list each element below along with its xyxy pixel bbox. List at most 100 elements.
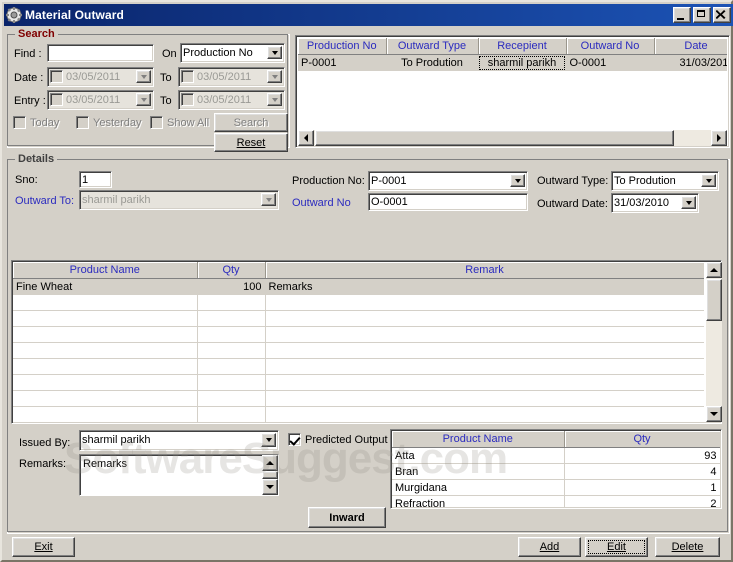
date-to-checkbox[interactable] [181,70,194,83]
chevron-down-icon[interactable] [261,193,276,206]
search-on-combo[interactable]: Production No [180,43,285,63]
close-button[interactable] [713,7,731,23]
cell-date[interactable]: 31/03/2010 [654,54,727,71]
maximize-button[interactable] [693,7,711,23]
results-col-date[interactable]: Date [654,38,727,55]
outward-date-value: 31/03/2010 [614,197,670,209]
entry-to-checkbox[interactable] [181,93,194,106]
cell-output-name[interactable]: Bran [392,463,565,480]
product-grid-vscrollbar[interactable] [706,262,722,422]
scroll-down-button[interactable] [706,406,722,422]
table-row[interactable]: Murgidana 1 [392,479,720,496]
title-bar[interactable]: Material Outward [4,4,733,26]
date-to-picker[interactable]: 03/05/2011 [178,67,285,87]
scroll-left-button[interactable] [298,130,314,146]
predicted-output-checkbox[interactable] [288,433,301,446]
cell-outward-no[interactable]: O-0001 [566,54,655,71]
chevron-down-icon[interactable] [136,70,151,83]
search-group-title: Search [15,28,58,40]
cell-output-qty[interactable]: 1 [564,479,720,496]
chevron-down-icon[interactable] [261,433,276,447]
entry-to-picker[interactable]: 03/05/2011 [178,90,285,110]
output-grid[interactable]: Product Name Qty Atta 93 Bran 4 Murgidan… [392,431,720,507]
results-col-outward-no[interactable]: Outward No [566,38,655,55]
cell-output-qty[interactable]: 2 [564,495,720,507]
add-button[interactable]: Add [518,537,581,557]
outward-to-value: sharmil parikh [82,194,151,206]
chevron-down-icon[interactable] [681,196,696,209]
cell-output-qty[interactable]: 4 [564,463,720,480]
outward-no-input[interactable]: O-0001 [368,193,528,211]
cell-output-qty[interactable]: 93 [564,447,720,464]
chevron-down-icon[interactable] [701,174,716,187]
cell-remark[interactable]: Remarks [265,278,704,295]
remarks-input[interactable] [81,456,265,496]
product-col-name[interactable]: Product Name [13,262,198,279]
showall-label: Show All [167,117,210,129]
table-row[interactable]: Bran 4 [392,463,720,480]
entry-label: Entry : [14,95,46,107]
output-grid-header-row: Product Name Qty [392,431,720,448]
remarks-vscrollbar[interactable] [262,455,278,495]
product-col-remark[interactable]: Remark [265,262,704,279]
chevron-down-icon[interactable] [267,93,282,106]
cell-production-no[interactable]: P-0001 [298,54,387,71]
remarks-scroll-down-button[interactable] [262,479,278,495]
table-row[interactable]: Fine Wheat 100 Remarks [13,278,704,295]
find-input[interactable] [47,44,154,62]
yesterday-checkbox[interactable] [76,116,89,129]
minimize-button[interactable] [673,7,691,23]
scroll-up-button[interactable] [706,262,722,278]
exit-button[interactable]: Exit [12,537,75,557]
product-col-qty[interactable]: Qty [197,262,266,279]
production-no-value: P-0001 [371,175,407,187]
outward-date-picker[interactable]: 31/03/2010 [611,193,699,213]
vscroll-thumb[interactable] [706,279,722,321]
table-row[interactable]: Atta 93 [392,447,720,464]
results-col-recepient[interactable]: Recepient [478,38,567,55]
edit-button[interactable]: Edit [585,537,648,557]
outward-type-combo[interactable]: To Prodution [611,171,719,191]
remarks-vscroll-thumb[interactable] [262,471,278,479]
chevron-down-icon[interactable] [136,93,151,106]
table-row[interactable]: P-0001 To Prodution sharmil parikh O-000… [298,54,727,71]
issued-by-combo[interactable]: sharmil parikh [79,430,279,451]
results-col-outward-type[interactable]: Outward Type [386,38,479,55]
today-label: Today [30,117,60,129]
date-to-label: To [160,72,172,84]
reset-button[interactable]: Reset [214,133,288,152]
date-from-picker[interactable]: 03/05/2011 [47,67,154,87]
find-label: Find : [14,48,42,60]
cell-outward-type[interactable]: To Prodution [386,54,479,71]
remarks-scroll-up-button[interactable] [262,455,278,471]
cell-output-name[interactable]: Refraction [392,495,565,507]
inward-button[interactable]: Inward [308,507,386,528]
table-row[interactable]: Refraction 2 [392,495,720,507]
results-grid[interactable]: Production No Outward Type Recepient Out… [298,38,727,128]
delete-button[interactable]: Delete [655,537,720,557]
chevron-down-icon[interactable] [267,70,282,83]
production-no-combo[interactable]: P-0001 [368,171,528,191]
entry-from-checkbox[interactable] [50,93,63,106]
sno-input[interactable]: 1 [79,171,112,188]
scroll-right-button[interactable] [711,130,727,146]
output-col-name[interactable]: Product Name [392,431,565,448]
entry-from-picker[interactable]: 03/05/2011 [47,90,154,110]
cell-output-name[interactable]: Murgidana [392,479,565,496]
cell-product-name[interactable]: Fine Wheat [13,278,198,295]
chevron-down-icon[interactable] [267,46,282,59]
chevron-down-icon[interactable] [510,174,525,187]
search-button[interactable]: Search [214,113,288,132]
product-grid[interactable]: Product Name Qty Remark Fine Wheat 100 R… [13,262,704,422]
results-col-production-no[interactable]: Production No [298,38,387,55]
date-from-checkbox[interactable] [50,70,63,83]
cell-qty[interactable]: 100 [197,278,266,295]
showall-checkbox[interactable] [150,116,163,129]
cell-output-name[interactable]: Atta [392,447,565,464]
hscroll-thumb[interactable] [315,130,674,146]
outward-to-combo[interactable]: sharmil parikh [79,190,279,210]
cell-recepient[interactable]: sharmil parikh [478,54,567,71]
output-col-qty[interactable]: Qty [564,431,720,448]
today-checkbox[interactable] [13,116,26,129]
results-grid-hscrollbar[interactable] [298,130,727,146]
